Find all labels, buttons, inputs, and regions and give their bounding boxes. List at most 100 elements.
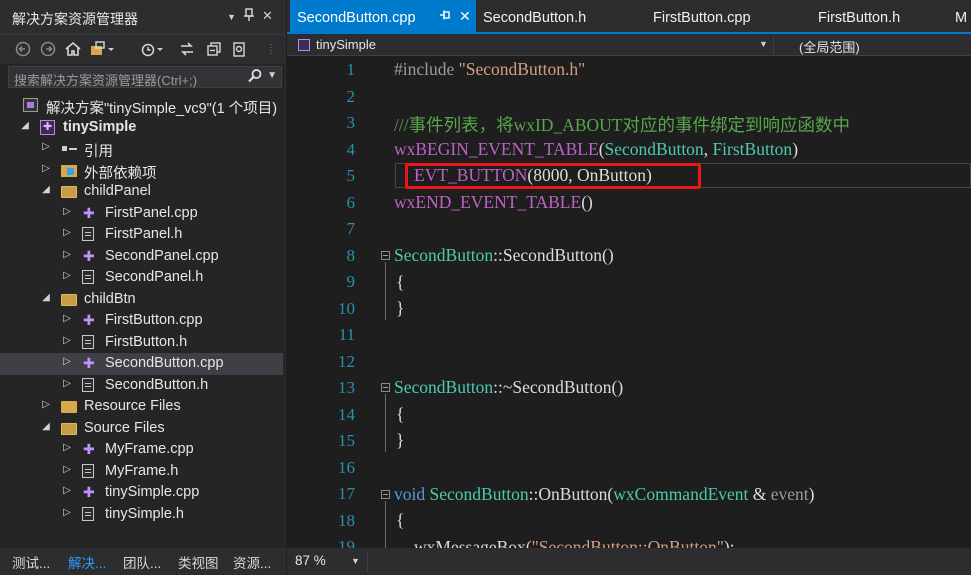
tree-item-label: SecondPanel.h xyxy=(105,269,204,285)
expand-arrow-icon[interactable]: ▷ xyxy=(61,378,73,389)
tree-item[interactable]: ▷ MyFrame.cpp xyxy=(0,439,283,461)
tree-item[interactable]: ▷ FirstButton.h xyxy=(0,332,283,354)
cpp-file-icon xyxy=(82,355,98,372)
tree-item[interactable]: ◢ childPanel xyxy=(0,181,283,203)
expand-arrow-icon[interactable]: ▷ xyxy=(61,442,73,453)
toolbar-overflow-icon[interactable] xyxy=(264,41,282,59)
tab-team-explorer[interactable]: 团队... xyxy=(123,552,161,572)
expand-arrow-icon[interactable]: ▷ xyxy=(61,464,73,475)
tree-item[interactable]: ◢ tinySimple xyxy=(0,117,283,139)
tab-resource-view[interactable]: 资源... xyxy=(233,552,271,572)
fold-toggle-icon[interactable] xyxy=(381,490,390,499)
folder-open-icon xyxy=(61,293,77,306)
tab-second-button-h[interactable]: SecondButton.h xyxy=(477,0,637,34)
parameter-name: event xyxy=(770,484,809,504)
tree-item[interactable]: ▷ SecondButton.h xyxy=(0,375,283,397)
tree-item-label: FirstButton.h xyxy=(105,333,188,350)
line-number: 6 xyxy=(346,192,356,212)
solution-explorer-panel: 解决方案资源管理器 ▼ ✕ 搜索解决方案资源管理器(Ctrl+;) ▼ 解决方案… xyxy=(0,0,286,575)
tree-item[interactable]: ◢ childBtn xyxy=(0,289,283,311)
dropdown-icon[interactable]: ▼ xyxy=(227,12,236,22)
tree-item[interactable]: ▷ Resource Files xyxy=(0,396,283,418)
expand-arrow-icon[interactable]: ▷ xyxy=(61,313,73,324)
line-number: 16 xyxy=(338,457,355,477)
tree-item[interactable]: ▷ 外部依赖项 xyxy=(0,160,283,182)
preprocessor-directive: #include xyxy=(394,59,459,79)
tree-item[interactable]: ▷ MyFrame.h xyxy=(0,461,283,483)
chevron-down-icon[interactable]: ▼ xyxy=(759,39,768,49)
include-path-string: "SecondButton.h" xyxy=(458,59,586,79)
fold-toggle-icon[interactable] xyxy=(381,251,390,260)
expand-arrow-icon[interactable]: ▷ xyxy=(61,507,73,518)
explorer-toolbar xyxy=(0,34,286,64)
tree-item[interactable]: 解决方案"tinySimple_vc9"(1 个项目) xyxy=(0,95,283,117)
tree-item[interactable]: ▷ tinySimple.h xyxy=(0,504,283,526)
back-icon[interactable] xyxy=(14,41,32,59)
switch-views-icon[interactable] xyxy=(90,41,114,59)
expand-arrow-icon[interactable]: ▷ xyxy=(61,249,73,260)
tab-second-button-cpp[interactable]: SecondButton.cpp ✕ xyxy=(290,0,476,34)
collapse-arrow-icon[interactable]: ◢ xyxy=(40,184,52,195)
tree-item[interactable]: ▷ FirstPanel.cpp xyxy=(0,203,283,225)
tab-first-button-h[interactable]: FirstButton.h xyxy=(812,0,952,34)
cpp-file-icon xyxy=(82,248,98,265)
tab-overflow[interactable]: M xyxy=(955,0,971,34)
code-line-3-comment: ///事件列表，将wxID_ABOUT对应的事件绑定到响应函数中 xyxy=(394,115,850,135)
line-number: 14 xyxy=(338,404,355,424)
tree-item[interactable]: ▷ FirstButton.cpp xyxy=(0,310,283,332)
tab-solution-explorer[interactable]: 解决... xyxy=(68,552,106,572)
tree-item[interactable]: ◢ Source Files xyxy=(0,418,283,440)
expand-arrow-icon[interactable]: ▷ xyxy=(61,335,73,346)
collapse-arrow-icon[interactable]: ◢ xyxy=(40,421,52,432)
properties-icon[interactable] xyxy=(230,41,248,59)
tab-class-view[interactable]: 类视图 xyxy=(178,552,219,572)
fold-toggle-icon[interactable] xyxy=(381,383,390,392)
paren: ) xyxy=(808,484,815,504)
code-editor[interactable]: 1 2 3 4 5 6 7 8 9 10 11 12 13 14 15 16 17 18 19 #include "… xyxy=(287,56,971,548)
sync-icon[interactable] xyxy=(178,41,196,59)
expand-arrow-icon[interactable]: ▷ xyxy=(61,485,73,496)
line-number: 2 xyxy=(346,86,356,106)
zoom-level[interactable]: 87 % xyxy=(295,553,326,568)
code-line-13: SecondButton::~SecondButton() xyxy=(394,377,623,398)
pin-icon[interactable] xyxy=(439,9,451,24)
tab-test-explorer[interactable]: 测试... xyxy=(12,552,50,572)
collapse-arrow-icon[interactable]: ◢ xyxy=(40,292,52,303)
expand-arrow-icon[interactable]: ▷ xyxy=(61,356,73,367)
line-number: 4 xyxy=(346,139,356,159)
tree-item[interactable]: ▷ SecondButton.cpp xyxy=(0,353,283,375)
collapse-all-icon[interactable] xyxy=(205,41,223,59)
tree-item-label: SecondPanel.cpp xyxy=(105,247,219,264)
tree-item[interactable]: ▷ SecondPanel.h xyxy=(0,267,283,289)
explorer-search-input[interactable]: 搜索解决方案资源管理器(Ctrl+;) ▼ xyxy=(8,66,282,88)
history-icon[interactable] xyxy=(140,41,164,59)
global-scope-dropdown[interactable]: (全局范围) xyxy=(799,37,860,56)
tree-item[interactable]: ▷ FirstPanel.h xyxy=(0,224,283,246)
expand-arrow-icon[interactable]: ▷ xyxy=(61,206,73,217)
close-icon[interactable]: ✕ xyxy=(262,8,273,24)
tree-item-label: 解决方案"tinySimple_vc9"(1 个项目) xyxy=(46,101,278,117)
collapse-arrow-icon[interactable]: ◢ xyxy=(19,120,31,131)
tree-item[interactable]: ▷ tinySimple.cpp xyxy=(0,482,283,504)
pin-icon[interactable] xyxy=(243,8,255,25)
forward-icon[interactable] xyxy=(39,41,57,59)
search-icon[interactable] xyxy=(247,68,263,87)
close-tab-icon[interactable]: ✕ xyxy=(459,8,471,25)
tree-item[interactable]: ▷ SecondPanel.cpp xyxy=(0,246,283,268)
tab-first-button-cpp[interactable]: FirstButton.cpp xyxy=(647,0,807,34)
expand-arrow-icon[interactable]: ▷ xyxy=(61,270,73,281)
expand-arrow-icon[interactable]: ▷ xyxy=(40,163,52,174)
tree-item[interactable]: ▷ 引用 xyxy=(0,138,283,160)
folder-icon xyxy=(61,401,77,413)
home-icon[interactable] xyxy=(64,41,82,59)
expand-arrow-icon[interactable]: ▷ xyxy=(40,141,52,152)
expand-arrow-icon[interactable]: ▷ xyxy=(40,399,52,410)
code-line-4: wxBEGIN_EVENT_TABLE(SecondButton, FirstB… xyxy=(394,139,798,160)
line-number: 19 xyxy=(338,537,355,548)
scope-dropdown[interactable]: tinySimple xyxy=(316,37,376,52)
zoom-dropdown-icon[interactable]: ▼ xyxy=(351,556,360,566)
search-options-dropdown-icon[interactable]: ▼ xyxy=(267,70,277,81)
header-file-icon xyxy=(82,270,94,284)
line-number: 10 xyxy=(338,298,355,318)
expand-arrow-icon[interactable]: ▷ xyxy=(61,227,73,238)
